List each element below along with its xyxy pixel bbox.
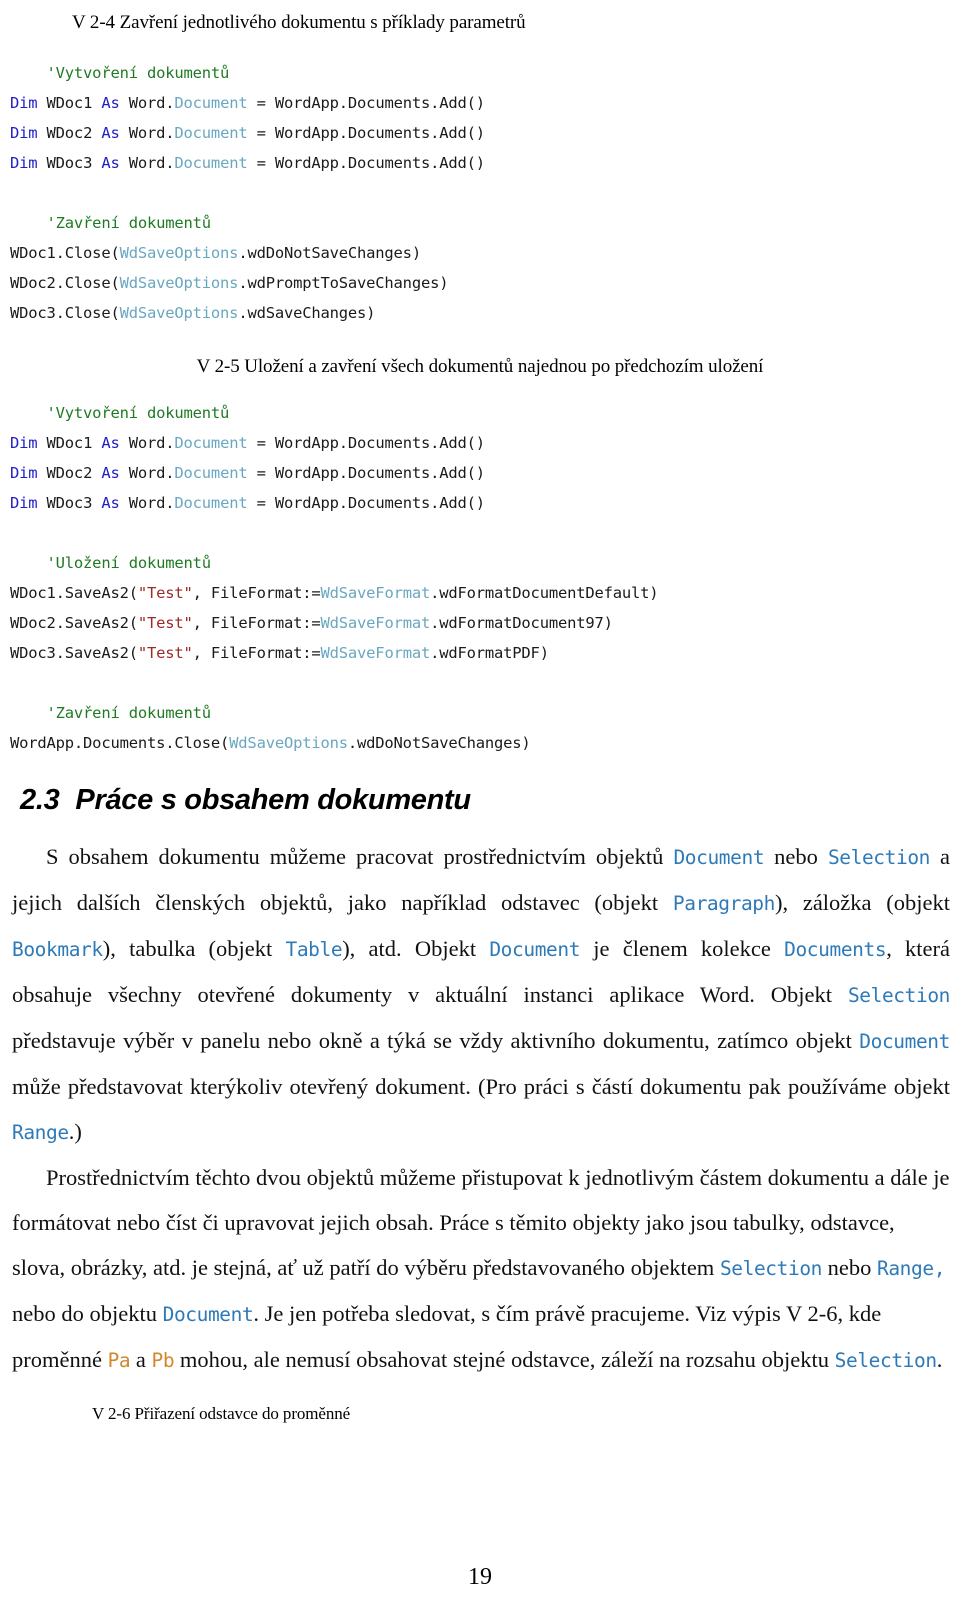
inline-code: Documents [784, 938, 887, 961]
inline-code: Document [859, 1030, 950, 1053]
inline-code: Selection [834, 1349, 937, 1372]
body-paragraph-1: S obsahem dokumentu můžeme pracovat pros… [12, 844, 951, 1144]
document-page: V 2-4 Zavření jednotlivého dokumentu s p… [0, 0, 960, 1601]
listing-caption-v26: V 2-6 Přiřazení odstavce do proměnné [92, 1404, 351, 1423]
inline-code: Table [285, 938, 343, 961]
inline-code: Selection [719, 1257, 822, 1280]
code-listing-v25: 'Vytvoření dokumentů Dim WDoc1 As Word.Do… [10, 404, 659, 752]
listing-caption-v25: V 2-5 Uložení a zavření všech dokumentů … [196, 356, 764, 377]
inline-code: Pa [107, 1349, 131, 1372]
listing-caption-v24: V 2-4 Zavření jednotlivého dokumentu s p… [72, 12, 526, 33]
page-number: 19 [468, 1564, 492, 1590]
section-heading-2-3: 2.3 Práce s obsahem dokumentu [6, 780, 954, 820]
code-listing-v24: 'Vytvoření dokumentů Dim WDoc1 As Word.Do… [10, 64, 485, 322]
section-number: 2.3 [20, 784, 60, 816]
inline-code: Bookmark [12, 938, 103, 961]
inline-code: Range [12, 1121, 69, 1144]
inline-code: Selection [847, 984, 950, 1007]
inline-code: Paragraph [672, 892, 775, 915]
inline-code: Pb [151, 1349, 175, 1372]
inline-code: Document [673, 846, 765, 869]
inline-code: Selection [827, 846, 930, 869]
inline-code: Document [162, 1303, 254, 1326]
inline-code: Range, [877, 1257, 946, 1280]
inline-code: Document [489, 938, 581, 961]
body-paragraph-2: Prostřednictvím těchto dvou objektů může… [12, 1165, 950, 1372]
section-title: Práce s obsahem dokumentu [75, 784, 471, 816]
